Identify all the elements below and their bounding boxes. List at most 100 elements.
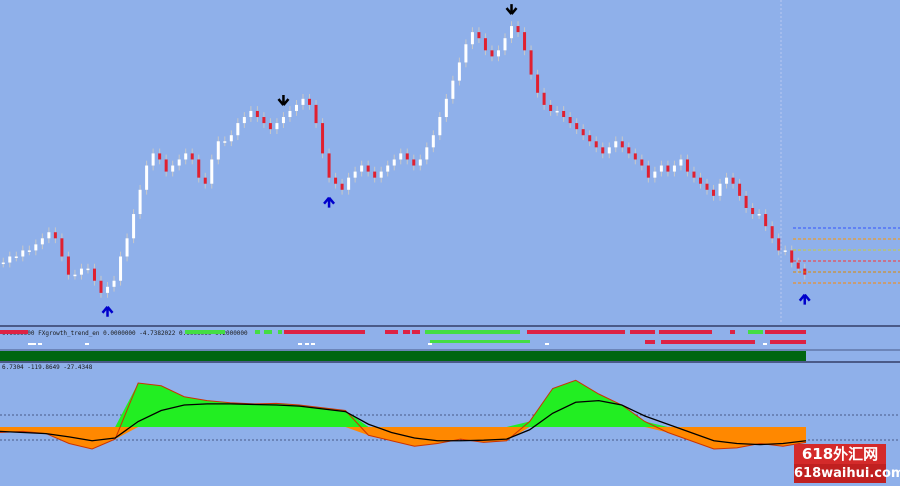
candle-body bbox=[790, 250, 794, 263]
candle-body bbox=[601, 147, 605, 154]
strip-dot bbox=[311, 343, 315, 345]
sell-arrow-icon bbox=[505, 4, 518, 15]
candle-body bbox=[145, 165, 149, 190]
candle-body bbox=[132, 214, 136, 239]
strip-trend-segment bbox=[659, 330, 712, 334]
strip-trend-segment bbox=[645, 340, 655, 344]
candle-body bbox=[718, 183, 722, 196]
candle-body bbox=[653, 171, 657, 178]
candle-body bbox=[568, 117, 572, 124]
candle-body bbox=[555, 110, 559, 113]
candle-body bbox=[451, 80, 455, 99]
candle-body bbox=[268, 123, 272, 130]
candle-body bbox=[366, 165, 370, 172]
candle-body bbox=[177, 159, 181, 166]
candle-body bbox=[119, 256, 123, 281]
candle-body bbox=[516, 26, 520, 33]
strip-dot bbox=[32, 343, 36, 345]
candle-body bbox=[262, 117, 266, 124]
candle-body bbox=[321, 123, 325, 154]
strip-trend-segment bbox=[730, 330, 735, 334]
candle-body bbox=[777, 238, 781, 251]
candle-body bbox=[210, 159, 214, 184]
strip-trend-segment bbox=[630, 330, 655, 334]
candle-body bbox=[581, 129, 585, 136]
candle-body bbox=[255, 110, 259, 118]
candle-body bbox=[347, 177, 351, 190]
strip-dot bbox=[28, 343, 32, 345]
candle-body bbox=[86, 268, 90, 271]
candle-body bbox=[164, 159, 168, 172]
candle-body bbox=[796, 262, 800, 269]
candle-body bbox=[738, 183, 742, 196]
strip-trend-segment bbox=[412, 330, 420, 334]
candle-body bbox=[764, 214, 768, 227]
candle-body bbox=[275, 123, 279, 130]
buy-arrow-icon bbox=[101, 306, 114, 317]
strip-trend-segment bbox=[770, 340, 806, 344]
oscillator-header: 6.7304 -119.8649 -27.4348 bbox=[2, 364, 93, 371]
candle-body bbox=[496, 50, 500, 57]
strip-dot bbox=[298, 343, 302, 345]
candle-body bbox=[698, 177, 702, 184]
strip-trend-segment bbox=[385, 330, 398, 334]
candle-body bbox=[281, 117, 285, 124]
candle-body bbox=[536, 74, 540, 93]
candle-body bbox=[529, 50, 533, 75]
candle-body bbox=[353, 171, 357, 178]
candle-body bbox=[386, 165, 390, 172]
strip-trend-segment bbox=[765, 330, 806, 334]
candle-body bbox=[360, 165, 364, 172]
candle-body bbox=[47, 232, 51, 239]
candle-body bbox=[757, 214, 761, 216]
candle-body bbox=[438, 117, 442, 136]
candle-body bbox=[308, 98, 312, 105]
candle-body bbox=[620, 141, 624, 148]
candle-body bbox=[373, 171, 377, 178]
candle-body bbox=[575, 123, 579, 130]
strip-trend-segment bbox=[185, 330, 225, 334]
candle-body bbox=[457, 62, 461, 81]
candle-body bbox=[151, 153, 155, 166]
watermark-url: 618waihui.com bbox=[794, 464, 900, 483]
candle-body bbox=[431, 135, 435, 148]
strip-dot bbox=[428, 343, 432, 345]
candle-body bbox=[751, 207, 755, 215]
candle-body bbox=[640, 159, 644, 166]
candle-body bbox=[340, 183, 344, 190]
strip-trend-segment bbox=[661, 340, 755, 344]
candle-body bbox=[770, 226, 774, 239]
candle-body bbox=[399, 153, 403, 160]
candle-body bbox=[112, 280, 116, 287]
candle-body bbox=[197, 159, 201, 178]
watermark-chinese: 618外汇网 bbox=[794, 444, 886, 464]
candle-body bbox=[242, 117, 246, 124]
candle-body bbox=[184, 153, 188, 160]
candle-body bbox=[412, 159, 416, 166]
strip-dot bbox=[38, 343, 42, 345]
candle-body bbox=[659, 165, 663, 172]
candle-body bbox=[79, 268, 83, 275]
candle-body bbox=[66, 256, 70, 275]
candle-body bbox=[223, 141, 227, 143]
candle-body bbox=[594, 141, 598, 148]
candle-body bbox=[171, 165, 175, 172]
candle-body bbox=[783, 250, 787, 252]
candle-body bbox=[216, 141, 220, 160]
candle-body bbox=[229, 135, 233, 142]
candle-body bbox=[294, 104, 298, 111]
candle-body bbox=[405, 153, 409, 160]
candle-body bbox=[731, 177, 735, 184]
candle-body bbox=[106, 286, 110, 293]
candle-body bbox=[21, 250, 25, 257]
candle-body bbox=[190, 153, 194, 160]
candle-body bbox=[73, 274, 77, 277]
strip-dot bbox=[763, 343, 767, 345]
candle-body bbox=[679, 159, 683, 166]
candle-body bbox=[744, 195, 748, 208]
candle-body bbox=[705, 183, 709, 190]
candle-body bbox=[327, 153, 331, 178]
candle-body bbox=[379, 171, 383, 178]
candle-body bbox=[712, 189, 716, 196]
strip-trend-segment bbox=[278, 330, 282, 334]
